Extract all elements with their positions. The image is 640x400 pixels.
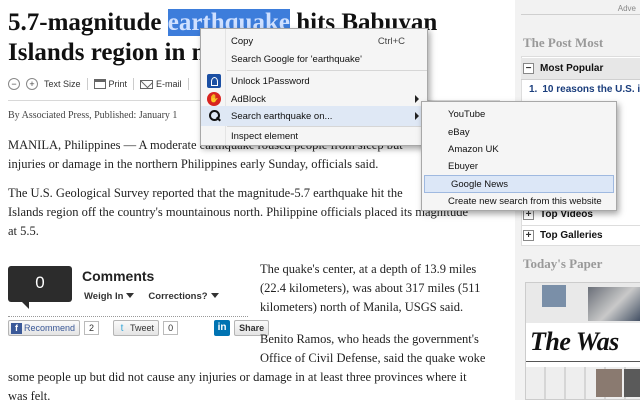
- search-submenu: YouTube eBay Amazon UK Ebuyer Google New…: [421, 101, 617, 211]
- corrections-link[interactable]: Corrections?: [148, 291, 219, 302]
- paragraph-line: The U.S. Geological Survey reported that…: [8, 186, 403, 200]
- menu-item-search-google[interactable]: Search Google for 'earthquake': [201, 49, 427, 69]
- menu-item-search-on[interactable]: Search earthquake on...: [201, 106, 427, 126]
- headline-text-start: 5.7-magnitude: [8, 9, 168, 36]
- menu-item-label: Copy: [231, 35, 254, 47]
- expand-icon: +: [523, 229, 534, 241]
- shortcut-label: Ctrl+C: [377, 35, 405, 47]
- paragraph-line: The quake's center, at a depth of 13.9 m…: [260, 262, 477, 276]
- paper-rule: [526, 361, 640, 362]
- print-label: Print: [108, 79, 128, 89]
- menu-item-label: Unlock 1Password: [231, 75, 310, 87]
- context-menu: Copy Ctrl+C Search Google for 'earthquak…: [200, 28, 428, 146]
- paragraph-4: Benito Ramos, who heads the government's…: [8, 330, 500, 400]
- paragraph-line: was felt.: [8, 389, 51, 400]
- most-popular-label: Most Popular: [540, 63, 604, 74]
- item-title: 10 reasons the U.S. is: [542, 84, 640, 95]
- menu-item-label: eBay: [448, 126, 470, 138]
- submenu-item-youtube[interactable]: YouTube: [422, 104, 616, 124]
- weigh-in-label: Weigh In: [84, 291, 124, 302]
- paragraph-line: Benito Ramos, who heads the government's: [260, 332, 479, 346]
- menu-item-label: AdBlock: [231, 93, 266, 105]
- weigh-in-link[interactable]: Weigh In: [84, 291, 135, 302]
- top-galleries-tab[interactable]: + Top Galleries: [521, 224, 640, 246]
- paper-photo: [624, 369, 640, 397]
- menu-item-copy[interactable]: Copy Ctrl+C: [201, 31, 427, 51]
- byline: By Associated Press, Published: January …: [8, 110, 178, 121]
- most-popular-item-1[interactable]: 1. 10 reasons the U.S. is: [529, 84, 640, 95]
- print-button[interactable]: Print: [93, 79, 128, 89]
- menu-item-label: Google News: [451, 178, 509, 190]
- chevron-down-icon: [126, 293, 135, 298]
- paper-masthead: The Was: [530, 327, 619, 356]
- paper-photo: [596, 369, 622, 397]
- dotted-divider: [8, 316, 248, 317]
- toolbar-divider: [86, 78, 88, 90]
- menu-item-label: Amazon UK: [448, 143, 499, 155]
- paragraph-line: Islands region off the country's mountai…: [8, 205, 469, 219]
- sidebar-divider: [521, 14, 640, 15]
- corrections-label: Corrections?: [148, 291, 208, 302]
- paragraph-3: The quake's center, at a depth of 13.9 m…: [260, 260, 500, 317]
- menu-item-label: Inspect element: [231, 130, 299, 142]
- top-galleries-label: Top Galleries: [540, 229, 603, 241]
- envelope-icon: [140, 79, 154, 89]
- printer-icon: [93, 79, 106, 89]
- submenu-item-ebuyer[interactable]: Ebuyer: [422, 156, 616, 176]
- onepassword-icon: [207, 74, 221, 88]
- item-number: 1.: [529, 84, 538, 95]
- menu-item-label: Search Google for 'earthquake': [231, 53, 362, 65]
- menu-item-label: Create new search from this website: [448, 195, 602, 207]
- todays-paper-thumbnail[interactable]: The Was: [525, 282, 640, 400]
- email-button[interactable]: E-mail: [140, 79, 182, 89]
- menu-item-label: Search earthquake on...: [231, 110, 333, 122]
- paragraph-line: (22.4 kilometers), was about 317 miles (…: [260, 281, 481, 295]
- menu-item-inspect-element[interactable]: Inspect element: [201, 126, 427, 146]
- headline-line-2: Islands region in n: [8, 39, 206, 66]
- email-label: E-mail: [156, 79, 182, 89]
- paper-photo: [588, 287, 640, 321]
- increase-text-size-button[interactable]: +: [26, 78, 38, 90]
- paragraph-line: injuries or damage in the northern Phili…: [8, 157, 379, 171]
- submenu-arrow-icon: [415, 95, 419, 103]
- article-toolbar: − + Text Size Print E-mail: [8, 74, 189, 94]
- decrease-text-size-button[interactable]: −: [8, 78, 20, 90]
- advertisement-label: Adve: [617, 4, 636, 13]
- menu-item-label: YouTube: [448, 108, 486, 120]
- adblock-icon: ✋: [207, 92, 221, 106]
- paragraph-line: Office of Civil Defense, said the quake …: [260, 351, 486, 365]
- menu-item-label: Ebuyer: [448, 160, 479, 172]
- toolbar-divider: [133, 78, 135, 90]
- paper-photo: [542, 285, 566, 307]
- paragraph-line: at 5.5.: [8, 224, 39, 238]
- collapse-icon: −: [523, 63, 534, 74]
- menu-item-unlock-1password[interactable]: Unlock 1Password: [201, 71, 427, 91]
- post-most-title: The Post Most: [523, 35, 604, 50]
- paragraph-line: kilometers) north of Manila, USGS said.: [260, 300, 464, 314]
- submenu-item-create-new-search[interactable]: Create new search from this website: [422, 191, 616, 211]
- paragraph-line: some people up but did not cause any inj…: [8, 370, 467, 384]
- paper-columns: [526, 367, 640, 399]
- most-popular-tab[interactable]: − Most Popular: [521, 58, 640, 80]
- submenu-arrow-icon: [415, 112, 419, 120]
- comment-count-badge[interactable]: 0: [8, 266, 72, 309]
- chevron-down-icon: [210, 293, 219, 298]
- comments-links: Weigh In Corrections?: [84, 291, 219, 302]
- text-size-label: Text Size: [44, 79, 81, 89]
- toolbar-divider: [187, 78, 189, 90]
- comments-title: Comments: [82, 268, 155, 284]
- todays-paper-title: Today's Paper: [523, 256, 603, 271]
- search-icon: [207, 109, 221, 123]
